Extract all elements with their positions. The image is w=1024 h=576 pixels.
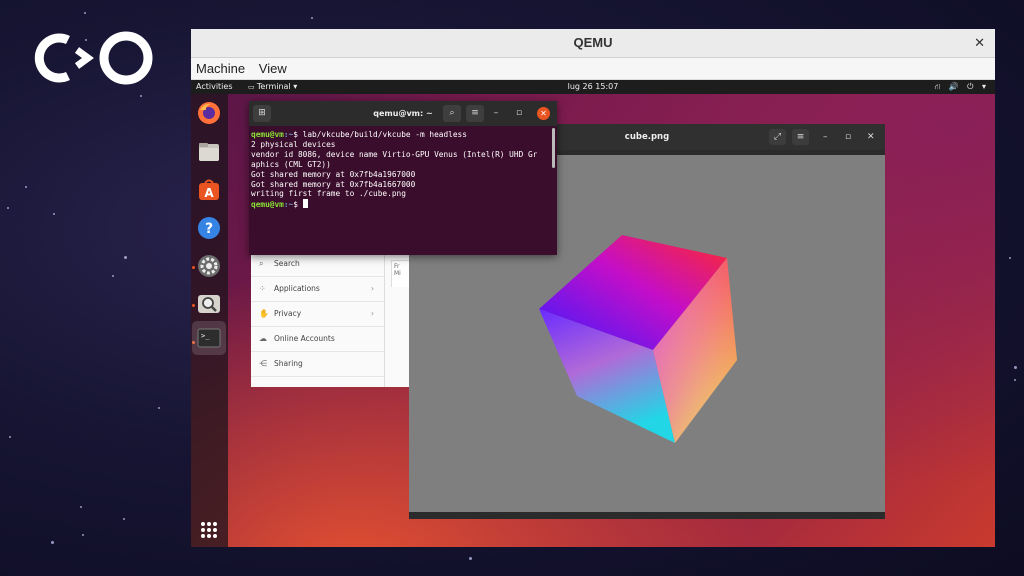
app-menu[interactable]: ▭ Terminal ▾ — [248, 80, 297, 94]
svg-text:A: A — [204, 186, 214, 200]
search-icon: ⌕ — [259, 259, 264, 268]
running-indicator — [192, 266, 195, 269]
qemu-titlebar: QEMU ✕ — [191, 29, 995, 58]
svg-text:?: ? — [205, 221, 213, 237]
terminal-line: vendor id 8086, device name Virtio-GPU V… — [251, 149, 538, 159]
settings-row-label: Search — [274, 259, 300, 268]
clock[interactable]: lug 26 15:07 — [191, 80, 995, 94]
gnome-topbar: Activities ▭ Terminal ▾ lug 26 15:07 ⛙ 🔊… — [191, 80, 995, 94]
terminal-line: aphics (CML GT2)) — [251, 159, 331, 169]
activities-button[interactable]: Activities — [196, 80, 233, 94]
prompt-user: qemu@vm — [251, 200, 284, 210]
collabora-logo — [34, 31, 153, 85]
star — [81, 533, 84, 536]
star — [123, 517, 126, 520]
svg-text:>_: >_ — [201, 332, 210, 340]
star — [1014, 379, 1017, 382]
close-icon[interactable]: ✕ — [537, 107, 550, 120]
qemu-window: QEMU ✕ Machine View Activities ▭ Termina… — [191, 29, 995, 547]
privacy-icon: ✋ — [259, 309, 269, 318]
star — [7, 207, 10, 210]
star — [24, 186, 27, 189]
guest-desktop: Activities ▭ Terminal ▾ lug 26 15:07 ⛙ 🔊… — [191, 80, 995, 547]
image-viewer-icon[interactable] — [196, 291, 222, 317]
qemu-menubar: Machine View — [191, 58, 995, 80]
qemu-title: QEMU — [573, 35, 613, 50]
terminal-line: writing first frame to ./cube.png — [251, 189, 406, 199]
terminal-icon[interactable]: >_ — [196, 325, 222, 351]
terminal-title: qemu@vm: ~ — [373, 109, 433, 118]
terminal-app-icon: ▭ — [248, 83, 257, 91]
terminal-line: Got shared memory at 0x7fb4a1967000 — [251, 169, 416, 179]
settings-window: ⌕ Search ⁘ Applications › ✋ Privacy › ☁ … — [251, 252, 415, 387]
applications-icon: ⁘ — [259, 284, 266, 293]
settings-icon[interactable] — [196, 253, 222, 279]
prompt-sigil: $ — [293, 200, 303, 210]
search-icon[interactable]: ⌕ — [443, 105, 461, 122]
terminal-scrollbar[interactable] — [552, 128, 555, 168]
star — [1013, 365, 1017, 369]
menu-machine[interactable]: Machine — [191, 58, 250, 79]
star — [111, 275, 114, 278]
star — [8, 435, 11, 438]
dock: A ? >_ — [191, 94, 228, 547]
terminal-command-line: qemu@vm:~$ lab/vkcube/build/vkcube -m he… — [251, 130, 547, 140]
app-menu-label: Terminal ▾ — [256, 82, 298, 91]
show-apps-icon[interactable] — [196, 517, 222, 543]
settings-row-label: Online Accounts — [274, 334, 335, 343]
close-icon[interactable]: ✕ — [867, 124, 875, 150]
settings-row-online-accounts[interactable]: ☁ Online Accounts — [251, 327, 384, 352]
settings-row-label: Privacy — [274, 309, 302, 318]
close-icon[interactable]: ✕ — [974, 29, 985, 57]
files-icon[interactable] — [196, 139, 222, 165]
prompt-path: :~ — [283, 130, 294, 139]
star — [139, 94, 142, 97]
prompt-user: qemu@vm — [251, 130, 284, 139]
terminal-line: 2 physical devices — [251, 139, 336, 149]
menu-icon[interactable]: ≡ — [792, 129, 809, 145]
chevron-right-icon: › — [371, 309, 374, 318]
menu-icon[interactable]: ≡ — [466, 105, 484, 122]
star — [80, 506, 83, 509]
maximize-icon[interactable]: ▫ — [512, 101, 526, 126]
text-cursor — [302, 199, 308, 209]
star — [123, 255, 127, 259]
terminal-line: Got shared memory at 0x7fb4a1667000 — [251, 179, 416, 189]
menu-view[interactable]: View — [254, 58, 292, 79]
star — [52, 212, 55, 215]
terminal-output[interactable]: qemu@vm:~$ lab/vkcube/build/vkcube -m he… — [251, 130, 547, 250]
prompt-path: :~ — [283, 200, 294, 210]
help-icon[interactable]: ? — [196, 215, 222, 241]
star — [83, 12, 86, 15]
terminal-command: lab/vkcube/build/vkcube -m headless — [302, 130, 467, 139]
settings-row-applications[interactable]: ⁘ Applications › — [251, 277, 384, 302]
system-tray[interactable]: ⛙ 🔊 ⏻ ▾ — [934, 80, 989, 94]
settings-divider — [384, 252, 385, 387]
maximize-icon[interactable]: ▫ — [845, 124, 851, 150]
star — [1009, 256, 1012, 259]
software-center-icon[interactable]: A — [196, 177, 222, 203]
settings-row-label: Applications — [274, 284, 320, 293]
settings-row-search[interactable]: ⌕ Search — [251, 252, 384, 277]
settings-row-privacy[interactable]: ✋ Privacy › — [251, 302, 384, 327]
settings-row-sharing[interactable]: ⋲ Sharing — [251, 352, 384, 377]
running-indicator — [192, 304, 195, 307]
terminal-prompt-line: qemu@vm:~$ — [251, 199, 547, 210]
new-tab-icon[interactable]: ⊞ — [253, 105, 271, 122]
star — [158, 407, 161, 410]
settings-row-label: Sharing — [274, 359, 303, 368]
fullscreen-icon[interactable]: ⤢ — [769, 129, 786, 145]
firefox-icon[interactable] — [196, 100, 222, 126]
terminal-headerbar: qemu@vm: ~ ⊞ ⌕ ≡ – ▫ ✕ — [249, 101, 557, 126]
online-accounts-icon: ☁ — [259, 334, 267, 343]
terminal-window: qemu@vm: ~ ⊞ ⌕ ≡ – ▫ ✕ qemu@vm:~$ lab/vk… — [249, 101, 557, 255]
star — [311, 16, 314, 19]
minimize-icon[interactable]: – — [823, 124, 828, 150]
star — [469, 557, 473, 561]
chevron-right-icon: › — [371, 284, 374, 293]
star — [51, 540, 55, 544]
prompt-sigil: $ — [293, 130, 303, 139]
sharing-icon: ⋲ — [259, 359, 267, 368]
minimize-icon[interactable]: – — [489, 101, 503, 126]
